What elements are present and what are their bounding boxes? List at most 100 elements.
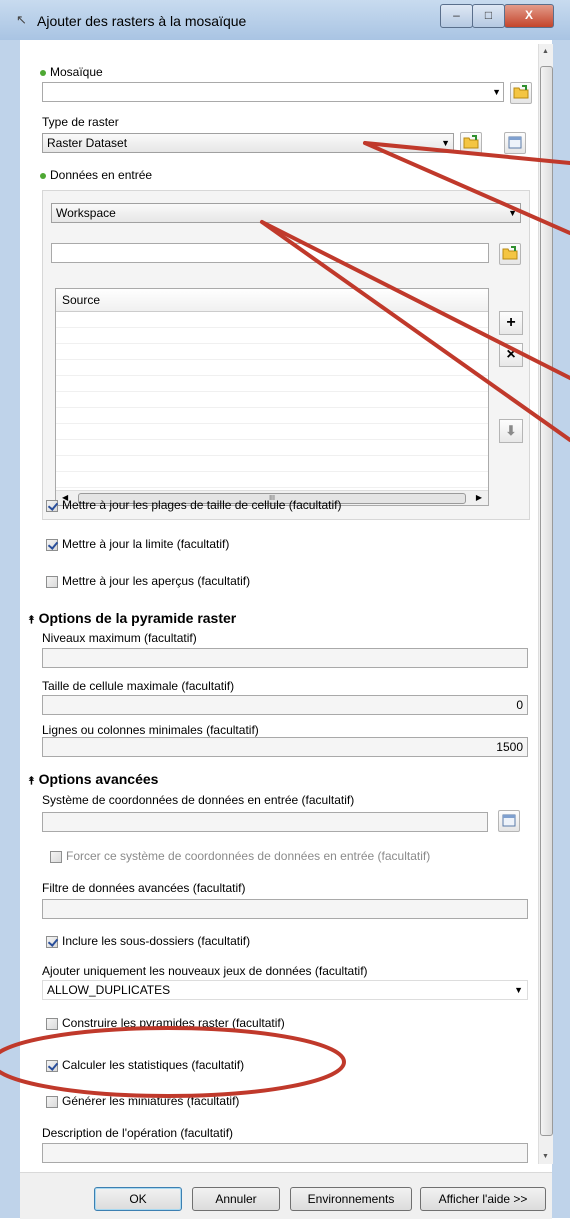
checkbox-box[interactable]	[50, 850, 62, 863]
scroll-up-icon[interactable]: ▲	[542, 48, 549, 55]
input-data-group: Workspace ▼ Source ◀ III ▶ + × ⬇	[42, 190, 530, 520]
checkbox-box[interactable]	[46, 538, 58, 551]
source-column-header[interactable]: Source	[56, 289, 488, 312]
advanced-section-header[interactable]: ⯭ Options avancées	[28, 771, 158, 788]
add-new-only-label: Ajouter uniquement les nouveaux jeux de …	[42, 964, 368, 978]
chevron-down-icon: ▼	[508, 208, 517, 218]
list-item	[56, 472, 488, 488]
arrow-down-icon: ⬇	[505, 423, 517, 438]
force-coord-checkbox[interactable]: Forcer ce système de coordonnées de donn…	[50, 849, 430, 863]
collapse-icon: ⯭	[28, 614, 35, 626]
ok-button[interactable]: OK	[94, 1187, 182, 1211]
raster-type-label: Type de raster	[42, 115, 119, 129]
checkbox-box[interactable]	[46, 1059, 58, 1072]
dialog-footer: OK Annuler Environnements Afficher l'aid…	[20, 1172, 552, 1219]
max-cell-size-label: Taille de cellule maximale (facultatif)	[42, 679, 235, 693]
update-cell-size-checkbox[interactable]: Mettre à jour les plages de taille de ce…	[46, 498, 341, 512]
list-item	[56, 440, 488, 456]
chevron-down-icon: ▼	[441, 138, 450, 148]
advanced-filter-field[interactable]	[42, 899, 528, 919]
required-dot-icon	[40, 172, 46, 179]
dialog-content: Mosaïque ▼ Type de raster Raster Dataset…	[20, 40, 552, 1172]
dialog-window: ↖ Ajouter des rasters à la mosaïque – □ …	[0, 0, 570, 1219]
maximize-icon: □	[484, 8, 493, 22]
min-rows-label: Lignes ou colonnes minimales (facultatif…	[42, 723, 259, 737]
min-rows-field[interactable]: 1500	[42, 737, 528, 757]
list-item	[56, 360, 488, 376]
plus-icon: +	[506, 314, 516, 331]
operation-description-label: Description de l'opération (facultatif)	[42, 1126, 234, 1140]
pyramid-section-header[interactable]: ⯭ Options de la pyramide raster	[28, 610, 236, 627]
input-path-field[interactable]	[51, 243, 489, 263]
folder-icon	[513, 85, 529, 99]
chevron-down-icon: ▼	[514, 985, 523, 995]
checkbox-box[interactable]	[46, 1017, 58, 1030]
title-bar: ↖ Ajouter des rasters à la mosaïque – □ …	[0, 0, 570, 41]
update-overviews-checkbox[interactable]: Mettre à jour les aperçus (facultatif)	[46, 574, 250, 588]
window-title: Ajouter des rasters à la mosaïque	[37, 13, 247, 29]
input-browse-button[interactable]	[499, 243, 521, 265]
cancel-button[interactable]: Annuler	[192, 1187, 280, 1211]
move-down-button[interactable]: ⬇	[499, 419, 523, 443]
add-new-only-dropdown[interactable]: ALLOW_DUPLICATES ▼	[42, 980, 528, 1000]
window-frame-left	[0, 40, 20, 1218]
list-item	[56, 312, 488, 328]
mosaic-label: Mosaïque	[40, 65, 103, 79]
workspace-dropdown[interactable]: Workspace ▼	[51, 203, 521, 223]
scroll-right-icon[interactable]: ▶	[476, 493, 482, 502]
list-item	[56, 456, 488, 472]
chevron-down-icon: ▼	[492, 87, 501, 97]
scroll-thumb[interactable]	[540, 66, 553, 1136]
environments-button[interactable]: Environnements	[290, 1187, 412, 1211]
collapse-icon: ⯭	[28, 775, 35, 787]
operation-description-field[interactable]	[42, 1143, 528, 1163]
checkbox-box[interactable]	[46, 935, 58, 948]
browse-folder-button[interactable]	[510, 82, 532, 104]
add-button[interactable]: +	[499, 311, 523, 335]
raster-type-browse-button[interactable]	[460, 132, 482, 154]
folder-icon	[463, 135, 479, 149]
raster-type-dropdown[interactable]: Raster Dataset ▼	[42, 133, 454, 153]
coord-system-label: Système de coordonnées de données en ent…	[42, 793, 355, 807]
show-help-button[interactable]: Afficher l'aide >>	[420, 1187, 546, 1211]
maximize-button[interactable]: □	[472, 4, 505, 28]
list-item	[56, 344, 488, 360]
checkbox-box[interactable]	[46, 1095, 58, 1108]
build-pyramids-checkbox[interactable]: Construire les pyramides raster (faculta…	[46, 1016, 285, 1030]
window-frame-right	[552, 40, 570, 1218]
remove-icon: ×	[506, 346, 516, 363]
close-button[interactable]: X	[504, 4, 554, 28]
list-item	[56, 376, 488, 392]
mosaic-input[interactable]: ▼	[42, 82, 504, 102]
coord-system-properties-button[interactable]	[498, 810, 520, 832]
scroll-down-icon[interactable]: ▼	[542, 1153, 549, 1160]
list-item	[56, 408, 488, 424]
calculate-statistics-checkbox[interactable]: Calculer les statistiques (facultatif)	[46, 1058, 244, 1072]
raster-type-properties-button[interactable]	[504, 132, 526, 154]
input-data-label: Données en entrée	[40, 168, 152, 182]
generate-thumbnails-checkbox[interactable]: Générer les miniatures (facultatif)	[46, 1094, 239, 1108]
list-item	[56, 392, 488, 408]
coord-system-field[interactable]	[42, 812, 488, 832]
required-dot-icon	[40, 69, 46, 76]
list-item	[56, 328, 488, 344]
folder-icon	[502, 246, 518, 260]
update-boundary-checkbox[interactable]: Mettre à jour la limite (facultatif)	[46, 537, 229, 551]
include-subfolders-checkbox[interactable]: Inclure les sous-dossiers (facultatif)	[46, 934, 250, 948]
remove-button[interactable]: ×	[499, 343, 523, 367]
close-icon: X	[524, 8, 533, 22]
checkbox-box[interactable]	[46, 575, 58, 588]
vertical-scrollbar[interactable]: ▲ ▼	[538, 44, 553, 1164]
max-levels-label: Niveaux maximum (facultatif)	[42, 631, 197, 645]
properties-icon	[502, 814, 516, 827]
source-list[interactable]: Source ◀ III ▶	[55, 288, 489, 506]
minimize-icon: –	[453, 8, 460, 22]
max-cell-size-field[interactable]: 0	[42, 695, 528, 715]
advanced-filter-label: Filtre de données avancées (facultatif)	[42, 881, 246, 895]
tool-icon: ↖	[16, 12, 27, 27]
minimize-button[interactable]: –	[440, 4, 473, 28]
max-levels-field[interactable]	[42, 648, 528, 668]
properties-icon	[508, 136, 522, 149]
checkbox-box[interactable]	[46, 499, 58, 512]
list-item	[56, 424, 488, 440]
